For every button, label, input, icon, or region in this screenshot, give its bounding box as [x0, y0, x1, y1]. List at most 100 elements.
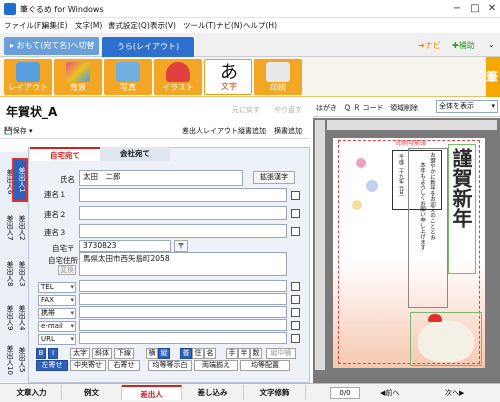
next-page-button[interactable]: 次へ▶ — [445, 387, 485, 399]
zip-search-button[interactable]: 〒 — [174, 240, 188, 252]
postcard-button[interactable]: はがき — [316, 103, 337, 113]
tel-input[interactable] — [79, 280, 287, 292]
joint1-input[interactable] — [79, 188, 287, 202]
illust-tool[interactable]: イラスト — [154, 59, 202, 95]
view-select[interactable]: 全体を表示 ▾ — [436, 100, 498, 113]
format-name[interactable]: 名 — [204, 348, 216, 359]
sender-tab-4[interactable]: 差出人4 — [14, 298, 26, 338]
zip-input[interactable]: 3730823 — [79, 240, 171, 252]
qr-code-button[interactable]: Ｑ Ｒ コード — [344, 103, 383, 113]
undo-button[interactable]: 元に戻す — [232, 105, 260, 115]
text-tool[interactable]: あ 文字 — [204, 59, 252, 95]
format-half[interactable]: 半 — [238, 348, 250, 359]
tab-home[interactable]: 自宅宛て — [30, 147, 100, 161]
menu-format[interactable]: 書式設定(Q) — [108, 20, 150, 31]
bold-b-icon[interactable]: B — [36, 348, 46, 359]
tab-example[interactable]: 例文 — [62, 385, 122, 400]
mobile-input[interactable] — [79, 306, 287, 318]
tel-checkbox[interactable] — [291, 282, 300, 291]
sender-tab-8[interactable]: 差出人8 — [2, 254, 14, 294]
joint2-checkbox[interactable] — [291, 209, 300, 218]
sender-text: 平成二十九年 元旦 — [398, 154, 404, 196]
tab-merge[interactable]: 差し込み — [182, 385, 244, 400]
menu-tools[interactable]: ツール(T) — [183, 20, 216, 31]
format-number[interactable]: 数 — [250, 348, 262, 359]
horizontal-add-button[interactable]: 横書追加 — [274, 126, 302, 136]
sender-tab-1[interactable]: 差出人1 — [12, 158, 28, 202]
italic-i-icon[interactable]: I — [48, 348, 58, 359]
prev-page-button[interactable]: ◀前へ — [380, 387, 416, 399]
menu-text[interactable]: 文字(M) — [75, 20, 102, 31]
url-checkbox[interactable] — [291, 334, 300, 343]
joint2-input[interactable] — [79, 206, 287, 220]
maximize-button[interactable]: □ — [466, 2, 484, 16]
mobile-select[interactable]: 携帯 — [38, 308, 76, 319]
format-bold[interactable]: 太字 — [70, 348, 90, 359]
joint3-checkbox[interactable] — [291, 227, 300, 236]
align-center[interactable]: 中央寄せ — [70, 360, 106, 371]
sender-tab-9[interactable]: 差出人9 — [2, 298, 14, 338]
email-input[interactable] — [79, 319, 287, 331]
back-layout-tab[interactable]: うら(レイアウト) — [102, 37, 194, 57]
tab-text-decoration[interactable]: 文字修飾 — [244, 385, 306, 400]
tab-text-input[interactable]: 文章入力 — [2, 385, 62, 400]
joint1-checkbox[interactable] — [291, 191, 300, 200]
sender-tab-3[interactable]: 差出人3 — [14, 254, 26, 294]
menu-file[interactable]: ファイル(F) — [4, 20, 44, 31]
layout-tool[interactable]: レイアウト — [4, 59, 52, 95]
menu-help[interactable]: ヘルプ(H) — [243, 20, 277, 31]
align-justify[interactable]: 両端揃え — [194, 360, 238, 371]
url-input[interactable] — [79, 332, 287, 344]
sender-tab-7[interactable]: 差出人7 — [2, 208, 14, 248]
url-select[interactable]: URL — [38, 334, 76, 345]
text-icon: あ — [220, 62, 238, 83]
close-button[interactable]: ✕ — [483, 2, 500, 16]
redo-button[interactable]: やり直す — [274, 105, 302, 115]
format-vertical[interactable]: 縦 — [158, 348, 170, 359]
sender-tab-10[interactable]: 差出人10 — [2, 340, 14, 380]
format-underline[interactable]: 下線 — [114, 348, 134, 359]
address-input[interactable]: 馬県太田市西矢島町2058 — [79, 252, 287, 276]
menu-edit[interactable]: 編集(E) — [42, 20, 68, 31]
align-distribute[interactable]: 均等配置 — [240, 360, 290, 371]
format-address[interactable]: 住 — [192, 348, 204, 359]
background-tool[interactable]: 背景 — [54, 59, 102, 95]
name-input[interactable]: 太田 二郎 — [79, 170, 243, 186]
sender-tab-5[interactable]: 差出人5 — [14, 340, 26, 380]
save-button[interactable]: 💾保存 ▾ — [4, 126, 32, 136]
format-italic[interactable]: 斜体 — [92, 348, 112, 359]
vertical-add-button[interactable]: 縦書追加 — [238, 126, 266, 136]
ext-kanji-button[interactable]: 拡張漢字 — [253, 171, 295, 184]
tab-sender[interactable]: 差出人 — [122, 385, 182, 400]
format-tatechuyoko[interactable]: 縦中横 — [266, 348, 296, 359]
photo-tool[interactable]: 写真 — [104, 59, 152, 95]
switch-front-tab[interactable]: ▸ おもて(宛て名)へ切替 — [4, 37, 99, 55]
tab-company[interactable]: 会社宛て — [100, 147, 170, 161]
menu-view[interactable]: 表示(V) — [150, 20, 176, 31]
menu-navi[interactable]: ナビ(N) — [216, 20, 242, 31]
email-checkbox[interactable] — [291, 321, 300, 330]
minimize-button[interactable]: − — [448, 2, 466, 16]
collapse-icon[interactable]: ⌄ — [488, 40, 495, 49]
fax-select[interactable]: FAX — [38, 295, 76, 306]
sender-tab-6[interactable]: 差出人6 — [2, 162, 14, 202]
fax-checkbox[interactable] — [291, 295, 300, 304]
print-tool[interactable]: 印刷 — [254, 59, 302, 95]
sender-tab-2[interactable]: 差出人2 — [14, 208, 26, 248]
convert-button[interactable]: 変換 — [58, 265, 76, 275]
format-hand[interactable]: 手 — [226, 348, 238, 359]
format-horizontal[interactable]: 横 — [146, 348, 158, 359]
navi-button[interactable]: ➜ナビ — [418, 40, 441, 51]
tel-select[interactable]: TEL — [38, 282, 76, 293]
align-equal[interactable]: 均等等示白 — [148, 360, 192, 371]
format-normal[interactable]: 普 — [180, 348, 192, 359]
align-left[interactable]: 左寄せ — [36, 360, 68, 371]
email-select[interactable]: e-mail — [38, 321, 76, 332]
align-right[interactable]: 右寄せ — [108, 360, 140, 371]
joint3-input[interactable] — [79, 224, 287, 238]
fax-input[interactable] — [79, 293, 287, 305]
delete-area-button[interactable]: 領域削除 — [390, 103, 418, 113]
sender-layout-button[interactable]: 差出人レイアウト — [182, 126, 238, 136]
mobile-checkbox[interactable] — [291, 308, 300, 317]
help-button[interactable]: ✚補助 — [452, 40, 475, 51]
